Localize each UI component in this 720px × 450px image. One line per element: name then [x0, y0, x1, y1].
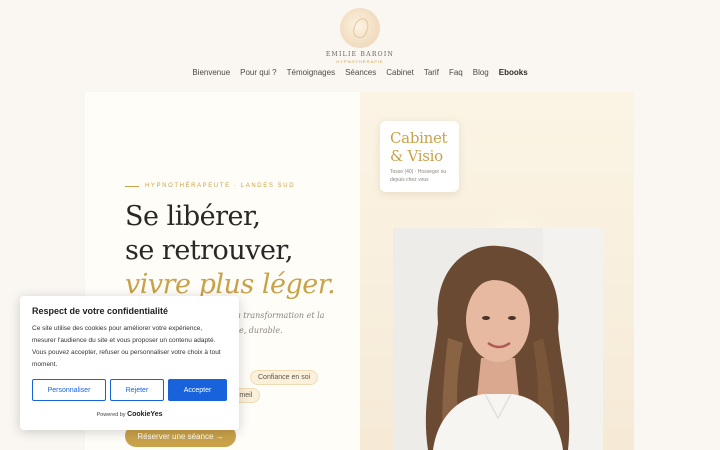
cookie-reject-button[interactable]: Rejeter — [110, 379, 164, 401]
card-title-line1: Cabinet — [390, 129, 448, 147]
cookieyes-logo: CookieYes — [127, 411, 163, 418]
tag-confiance[interactable]: Confiance en soi — [250, 370, 319, 385]
logo-name: EMILIE BAROIN — [325, 51, 395, 58]
cookie-consent-banner: Respect de votre confidentialité Ce site… — [20, 296, 239, 430]
eyebrow-line — [125, 185, 139, 187]
cookie-text: Ce site utilise des cookies pour amélior… — [32, 325, 221, 368]
portrait-illustration — [393, 228, 603, 450]
cookie-powered-by[interactable]: Powered by CookieYes — [32, 411, 227, 418]
hero-eyebrow: HYPNOTHÉRAPEUTE · LANDES SUD — [125, 183, 295, 189]
nav-item-temoignages[interactable]: Témoignages — [287, 68, 335, 77]
eyebrow-text: HYPNOTHÉRAPEUTE · LANDES SUD — [145, 183, 296, 189]
cabinet-card: Cabinet & Visio Tosse (40) · Hossegor ou… — [380, 121, 459, 192]
nav-item-ebooks[interactable]: Ebooks — [499, 68, 528, 77]
powered-by-label: Powered by — [96, 412, 126, 418]
main-nav: Bienvenue Pour qui ? Témoignages Séances… — [0, 68, 720, 77]
card-title-line2: & Visio — [390, 147, 443, 165]
cookie-customize-button[interactable]: Personnaliser — [32, 379, 106, 401]
portrait-photo — [393, 228, 603, 450]
card-subtitle: Tosse (40) · Hossegor ou depuis chez vou… — [390, 169, 447, 183]
cookie-accept-button[interactable]: Accepter — [168, 379, 227, 401]
nav-item-faq[interactable]: Faq — [449, 68, 463, 77]
logo-subtitle: HYPNOTHÉRAPIE — [336, 59, 384, 64]
hero-title: Se libérer, se retrouver, vivre plus lég… — [125, 200, 336, 302]
nav-item-pour-qui[interactable]: Pour qui ? — [240, 68, 276, 77]
site-logo[interactable]: EMILIE BAROIN HYPNOTHÉRAPIE — [320, 8, 400, 64]
nav-item-bienvenue[interactable]: Bienvenue — [192, 68, 230, 77]
nav-item-tarif[interactable]: Tarif — [424, 68, 439, 77]
cookie-title: Respect de votre confidentialité — [32, 306, 169, 316]
logo-emblem-icon — [340, 8, 380, 48]
nav-item-seances[interactable]: Séances — [345, 68, 376, 77]
hero-title-line1: Se libérer, — [125, 201, 261, 232]
nav-item-cabinet[interactable]: Cabinet — [386, 68, 414, 77]
nav-item-blog[interactable]: Blog — [473, 68, 489, 77]
hero-title-line2: se retrouver, — [125, 235, 293, 266]
cookie-buttons: Personnaliser Rejeter Accepter — [32, 379, 227, 401]
